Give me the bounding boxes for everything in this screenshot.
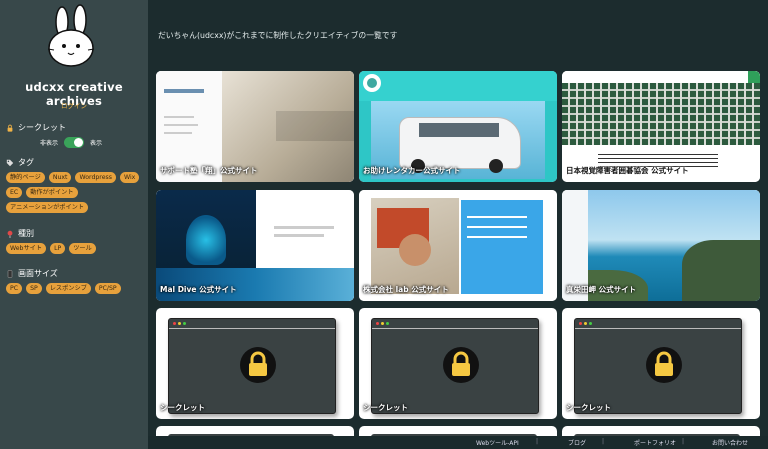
tag-chip[interactable]: 静的ページ — [6, 172, 45, 183]
size-chip[interactable]: SP — [26, 283, 42, 294]
secret-window — [574, 318, 742, 414]
secret-work-card[interactable]: シークレット — [359, 308, 557, 419]
lock-icon — [452, 351, 470, 376]
work-card[interactable]: 真栄田岬 公式サイト — [562, 190, 760, 301]
lock-badge — [443, 347, 479, 383]
work-title: シークレット — [160, 403, 205, 412]
tag-chip[interactable]: Nuxt — [48, 172, 72, 183]
secret-toggle[interactable] — [64, 137, 85, 148]
footer-separator: | — [602, 438, 605, 445]
lock-badge — [240, 347, 276, 383]
tags-section-title: タグ — [6, 157, 34, 168]
work-card[interactable]: お助けレンタカー公式サイト — [359, 71, 557, 182]
lock-icon — [249, 351, 267, 376]
window-dots — [376, 322, 389, 325]
types-section-title: 種別 — [6, 228, 34, 239]
footer-link-tools[interactable]: Webツール-API — [476, 438, 519, 447]
size-chip[interactable]: PC — [6, 283, 23, 294]
lock-icon — [655, 351, 673, 376]
secret-window — [168, 318, 336, 414]
login-link[interactable]: ログイン — [0, 100, 148, 110]
footer-link-contact[interactable]: お問い合わせ — [712, 438, 748, 447]
size-chip[interactable]: PC/SP — [94, 283, 121, 294]
page-heading: だいちゃん(udcxx)がこれまでに制作したクリエイティブの一覧です — [158, 31, 398, 40]
work-card[interactable]: 日本視覚障害者囲碁協会 公式サイト — [562, 71, 760, 182]
sidebar: udcxx creative archives ログイン シークレット 非表示 … — [0, 0, 148, 449]
work-title: Mal Dive 公式サイト — [160, 285, 237, 294]
work-title: 株式会社 lab 公式サイト — [363, 285, 449, 294]
size-chip[interactable]: レスポンシブ — [45, 283, 91, 294]
sizes-section-title: 画面サイズ — [6, 268, 58, 279]
secret-title: シークレット — [18, 123, 66, 132]
secret-section-title: シークレット — [6, 122, 66, 133]
main-content: だいちゃん(udcxx)がこれまでに制作したクリエイティブの一覧です サポート塾… — [148, 0, 768, 449]
type-chip[interactable]: ツール — [69, 243, 96, 254]
secret-toggle-row: 非表示 表示 — [40, 137, 102, 148]
types-title: 種別 — [18, 229, 34, 238]
secret-window — [371, 318, 539, 414]
toggle-off-label: 非表示 — [40, 140, 59, 147]
secret-work-card[interactable]: シークレット — [562, 308, 760, 419]
tag-icon — [6, 159, 14, 166]
type-list: Webサイト LP ツール — [6, 243, 146, 254]
work-title: 真栄田岬 公式サイト — [566, 285, 637, 294]
type-chip[interactable]: Webサイト — [6, 243, 47, 254]
secret-work-card[interactable]: シークレット — [156, 308, 354, 419]
tag-list: 静的ページ Nuxt Wordpress Wix EC 動作がポイント アニメー… — [6, 172, 146, 213]
footer-separator: | — [682, 438, 685, 445]
toggle-on-label: 表示 — [90, 140, 103, 147]
work-title: お助けレンタカー公式サイト — [363, 166, 461, 175]
type-chip[interactable]: LP — [50, 243, 66, 254]
work-title: シークレット — [566, 403, 611, 412]
window-dots — [579, 322, 592, 325]
work-card[interactable]: 株式会社 lab 公式サイト — [359, 190, 557, 301]
work-card[interactable]: Mal Dive 公式サイト — [156, 190, 354, 301]
phone-icon — [7, 269, 13, 278]
tag-chip[interactable]: 動作がポイント — [26, 187, 78, 198]
footer-separator: | — [536, 438, 539, 445]
size-list: PC SP レスポンシブ PC/SP — [6, 283, 146, 294]
footer-link-blog[interactable]: ブログ — [568, 438, 586, 447]
tag-chip[interactable]: アニメーションがポイント — [6, 202, 89, 213]
lock-badge — [646, 347, 682, 383]
work-title: 日本視覚障害者囲碁協会 公式サイト — [566, 166, 689, 175]
lock-icon — [7, 124, 13, 132]
tag-chip[interactable]: EC — [6, 187, 23, 198]
rabbit-logo-icon — [47, 4, 95, 67]
work-card[interactable]: サポート塾「翔」公式サイト — [156, 71, 354, 182]
tags-title: タグ — [18, 158, 34, 167]
window-dots — [173, 322, 186, 325]
sizes-title: 画面サイズ — [18, 269, 58, 278]
tag-chip[interactable]: Wix — [119, 172, 140, 183]
tag-chip[interactable]: Wordpress — [75, 172, 116, 183]
pin-icon — [7, 230, 13, 238]
footer-link-portfolio[interactable]: ポートフォリオ — [634, 438, 676, 447]
work-title: サポート塾「翔」公式サイト — [160, 166, 258, 175]
work-title: シークレット — [363, 403, 408, 412]
footer-nav: Webツール-API | ブログ | ポートフォリオ | お問い合わせ — [148, 436, 768, 449]
